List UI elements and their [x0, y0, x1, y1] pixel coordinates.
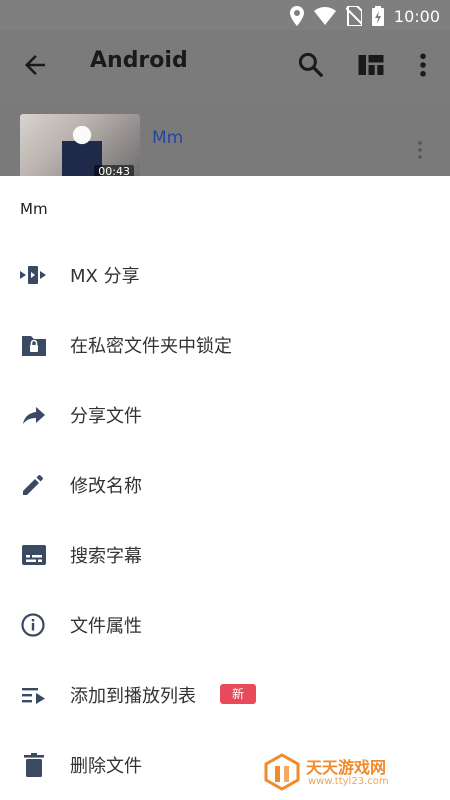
no-sim-icon	[345, 6, 362, 26]
sheet-header: Mm	[20, 200, 48, 218]
menu-item-label: 分享文件	[70, 406, 142, 427]
video-list-item[interactable]: 00:43 Mm	[0, 100, 450, 176]
wifi-icon	[313, 7, 336, 25]
battery-charging-icon	[371, 6, 384, 26]
pencil-icon	[23, 475, 43, 495]
menu-item-search-subtitles[interactable]: 搜索字幕	[0, 520, 450, 590]
menu-item-share-file[interactable]: 分享文件	[0, 380, 450, 450]
video-title[interactable]: Mm	[152, 128, 183, 148]
menu-item-label: 修改名称	[70, 476, 142, 497]
video-thumbnail[interactable]: 00:43	[20, 114, 140, 176]
status-bar: 10:00	[0, 0, 450, 30]
status-icons: 10:00	[289, 5, 440, 27]
menu-item-mx-share[interactable]: MX 分享	[0, 240, 450, 310]
search-icon[interactable]	[296, 50, 326, 80]
trash-icon	[24, 753, 44, 777]
watermark-logo-icon	[264, 753, 300, 791]
mx-share-icon	[20, 266, 46, 284]
new-badge: 新	[220, 684, 257, 704]
video-duration: 00:43	[94, 165, 134, 176]
menu-item-label: 添加到播放列表	[70, 686, 196, 707]
app-toolbar: Android	[0, 30, 450, 100]
layout-icon[interactable]	[356, 50, 386, 80]
more-vert-icon[interactable]	[408, 50, 438, 80]
menu-item-rename[interactable]: 修改名称	[0, 450, 450, 520]
menu-item-label: 文件属性	[70, 616, 142, 637]
menu-item-label: 搜索字幕	[70, 546, 142, 567]
subtitles-icon	[22, 545, 46, 565]
watermark-name: 天天游戏网	[306, 758, 387, 777]
more-vert-icon[interactable]	[410, 138, 430, 162]
playlist-add-icon	[22, 688, 45, 704]
menu-item-label: 在私密文件夹中锁定	[70, 336, 232, 357]
menu-item-file-properties[interactable]: 文件属性	[0, 590, 450, 660]
back-arrow-icon[interactable]	[20, 50, 50, 80]
share-arrow-icon	[23, 407, 45, 424]
menu-item-lock-private[interactable]: 在私密文件夹中锁定	[0, 310, 450, 380]
page-title: Android	[90, 48, 188, 73]
menu-item-label: MX 分享	[70, 266, 140, 287]
locked-folder-icon	[22, 336, 46, 356]
menu-item-add-to-playlist[interactable]: 添加到播放列表 新	[0, 660, 450, 730]
clock: 10:00	[393, 6, 440, 26]
info-icon	[21, 613, 45, 637]
watermark-url: www.ttyl23.com	[308, 776, 389, 787]
location-icon	[289, 6, 304, 26]
site-watermark: 天天游戏网 www.ttyl23.com	[262, 752, 442, 792]
menu-item-label: 删除文件	[70, 756, 142, 777]
bottom-sheet-menu: Mm MX 分享 在私密文件夹中锁定 分享文件 修改名称 搜索字幕 文件属性 添…	[0, 176, 450, 800]
